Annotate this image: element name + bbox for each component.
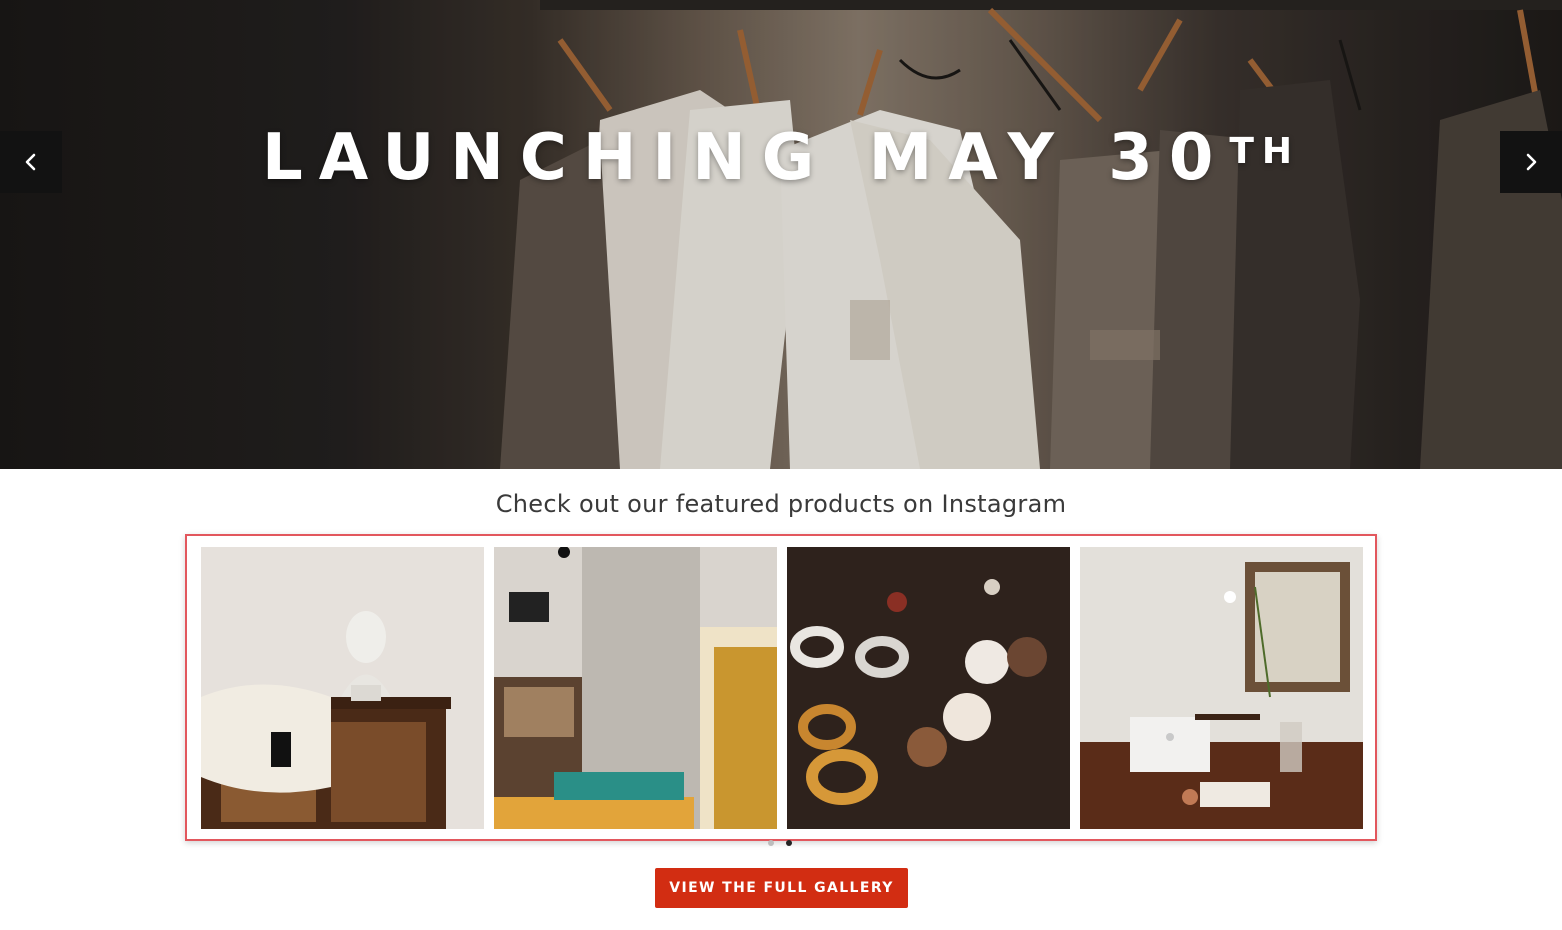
slider-next-button[interactable] [1500, 131, 1562, 193]
instagram-image-cafe [494, 547, 777, 829]
view-full-gallery-button[interactable]: VIEW THE FULL GALLERY [655, 868, 908, 908]
hero-dresses-image [0, 0, 1562, 469]
chevron-right-icon [1526, 153, 1537, 171]
slider-prev-button[interactable] [0, 131, 62, 193]
instagram-post-3[interactable] [787, 547, 1070, 829]
instagram-image-bust [201, 547, 484, 829]
hero-banner: LAUNCHING MAY 30TH [0, 0, 1562, 469]
instagram-heading: Check out our featured products on Insta… [495, 490, 1067, 518]
instagram-post-4[interactable] [1080, 547, 1363, 829]
instagram-image-desk [1080, 547, 1363, 829]
instagram-post-2[interactable] [494, 547, 777, 829]
hero-title-text: LAUNCHING MAY 30 [261, 121, 1230, 195]
instagram-post-1[interactable] [201, 547, 484, 829]
instagram-image-earrings [787, 547, 1070, 829]
chevron-left-icon [25, 153, 36, 171]
instagram-gallery [185, 534, 1377, 841]
hero-title-suffix: TH [1229, 131, 1301, 172]
pagination-dot-1[interactable] [768, 840, 774, 846]
pagination-dot-2[interactable] [786, 840, 792, 846]
hero-title: LAUNCHING MAY 30TH [0, 118, 1562, 198]
